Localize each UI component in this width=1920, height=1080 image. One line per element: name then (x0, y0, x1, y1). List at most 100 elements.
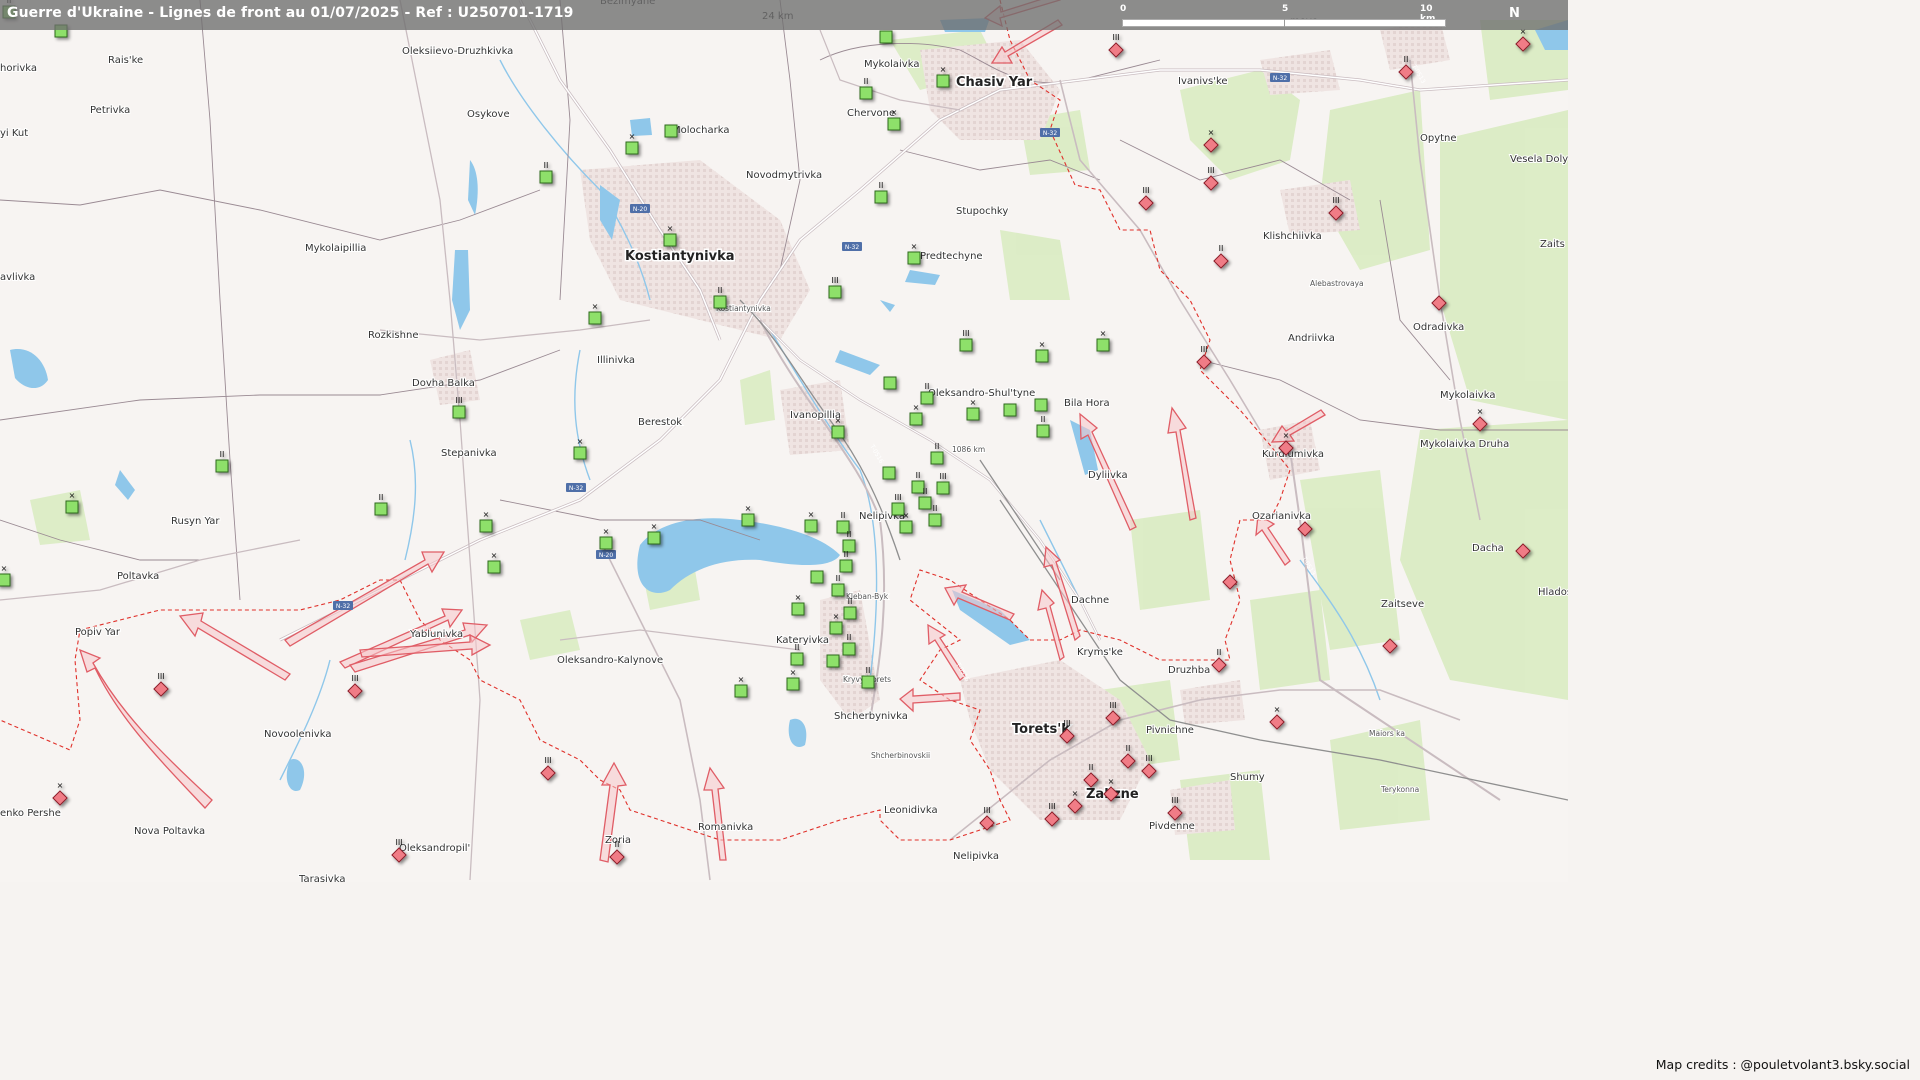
place-label: Shcherbynivka (834, 711, 908, 722)
place-label: Rais'ke (108, 55, 143, 66)
svg-text:×: × (795, 593, 802, 602)
svg-text:×: × (913, 403, 920, 412)
svg-text:N-32: N-32 (1273, 75, 1287, 82)
road-label: N-32 (566, 483, 586, 492)
svg-text:II: II (1041, 415, 1046, 424)
title-bar: Guerre d'Ukraine - Lignes de front au 01… (0, 0, 1568, 30)
north-arrow-icon: N (1509, 6, 1520, 21)
place-label: Kateryivka (776, 635, 829, 646)
svg-text:N-32: N-32 (1043, 130, 1057, 137)
svg-text:III: III (1200, 345, 1207, 354)
svg-text:II: II (935, 442, 940, 451)
svg-text:II: II (864, 77, 869, 86)
ukrainian-unit-marker[interactable] (879, 30, 893, 44)
north-label: N (1509, 6, 1520, 21)
svg-text:III: III (1145, 754, 1152, 763)
map-credits: Map credits : @pouletvolant3.bsky.social (1655, 1057, 1910, 1072)
road-label: N-32 (1270, 73, 1290, 82)
scale-label-0: 0 (1120, 4, 1127, 14)
svg-text:II: II (220, 450, 225, 459)
place-label: Oleksandro-Kalynove (557, 655, 663, 666)
svg-text:III: III (1171, 796, 1178, 805)
svg-text:×: × (483, 510, 490, 519)
svg-text:III: III (1207, 166, 1214, 175)
place-label: Klishchiivka (1263, 231, 1322, 242)
place-label: yi Kut (0, 128, 28, 139)
svg-text:N-32: N-32 (336, 603, 350, 610)
place-label: Druzhba (1168, 665, 1210, 676)
svg-text:III: III (544, 756, 551, 765)
svg-text:III: III (1142, 186, 1149, 195)
svg-text:II: II (836, 574, 841, 583)
svg-text:N-20: N-20 (633, 206, 647, 213)
ukrainian-unit-marker[interactable] (826, 654, 840, 668)
place-label: Bila Hora (1064, 398, 1110, 409)
svg-text:III: III (1063, 719, 1070, 728)
place-label: Rozkishne (368, 330, 418, 341)
place-label: Odradivka (1413, 322, 1464, 333)
place-label: Mykolaivka Druha (1420, 439, 1509, 450)
road-label: N-20 (596, 550, 616, 559)
place-label: Chasiv Yar (956, 75, 1033, 90)
svg-text:×: × (667, 224, 674, 233)
svg-text:II: II (1404, 55, 1409, 64)
road-label: N-32 (1040, 128, 1060, 137)
place-label: Dyliivka (1088, 470, 1128, 481)
svg-text:N-20: N-20 (599, 552, 613, 559)
ukrainian-unit-marker[interactable] (882, 466, 896, 480)
svg-text:×: × (577, 437, 584, 446)
place-label: Dovha Balka (412, 378, 475, 389)
svg-text:III: III (1048, 802, 1055, 811)
place-label: Shcherbinovskii (871, 751, 930, 760)
place-label: Mykolaipillia (305, 243, 366, 254)
svg-text:×: × (1072, 789, 1079, 798)
place-label: horivka (0, 63, 37, 74)
place-label: Ivanopillia (790, 410, 841, 421)
svg-text:II: II (1217, 648, 1222, 657)
svg-text:II: II (544, 161, 549, 170)
svg-text:III: III (983, 806, 990, 815)
place-label: Oleksandropil' (399, 843, 470, 854)
place-label: Zaitseve (1381, 599, 1424, 610)
svg-text:×: × (1, 564, 8, 573)
place-label: Leonidivka (884, 805, 938, 816)
place-label: Yablunivka (409, 629, 463, 640)
place-label: Novodmytrivka (746, 170, 822, 181)
svg-text:×: × (745, 504, 752, 513)
ukrainian-unit-marker[interactable] (1034, 398, 1048, 412)
place-label: Osykove (467, 109, 510, 120)
svg-text:×: × (833, 612, 840, 621)
svg-text:×: × (835, 416, 842, 425)
ukrainian-unit-marker[interactable] (883, 376, 897, 390)
ukrainian-unit-marker[interactable] (664, 124, 678, 138)
svg-text:II: II (1089, 763, 1094, 772)
place-label: Predtechyne (920, 251, 983, 262)
place-label: Vesela Doly (1510, 154, 1568, 165)
svg-text:III: III (1112, 33, 1119, 42)
place-label: Romanivka (698, 822, 753, 833)
svg-text:II: II (925, 382, 930, 391)
svg-text:III: III (157, 672, 164, 681)
svg-text:×: × (940, 65, 947, 74)
svg-text:II: II (847, 633, 852, 642)
place-label: Kleban-Byk (846, 592, 889, 601)
svg-text:II: II (866, 666, 871, 675)
svg-text:N-32: N-32 (569, 485, 583, 492)
place-label: Zaits (1540, 239, 1565, 250)
road-label: N-20 (630, 204, 650, 213)
svg-text:N-32: N-32 (845, 244, 859, 251)
place-label: Mykolaivka (1440, 390, 1495, 401)
svg-text:×: × (790, 668, 797, 677)
map-canvas[interactable]: N-20N-32N-32N-32N-20N-32N-32T-0516T-0516… (0, 0, 1568, 882)
svg-text:III: III (351, 674, 358, 683)
scale-bar: 0 5 10 km (1120, 4, 1450, 28)
place-label: Oleksiievo-Druzhkivka (402, 46, 513, 57)
place-label: Oleksandro-Shul'tyne (928, 388, 1035, 399)
ukrainian-unit-marker[interactable] (1003, 403, 1017, 417)
ukrainian-unit-marker[interactable] (810, 570, 824, 584)
scale-label-5: 5 (1282, 4, 1289, 14)
place-label: enko Pershe (0, 808, 61, 819)
svg-text:II: II (379, 493, 384, 502)
place-label: 1086 km (952, 445, 985, 454)
svg-text:×: × (911, 242, 918, 251)
